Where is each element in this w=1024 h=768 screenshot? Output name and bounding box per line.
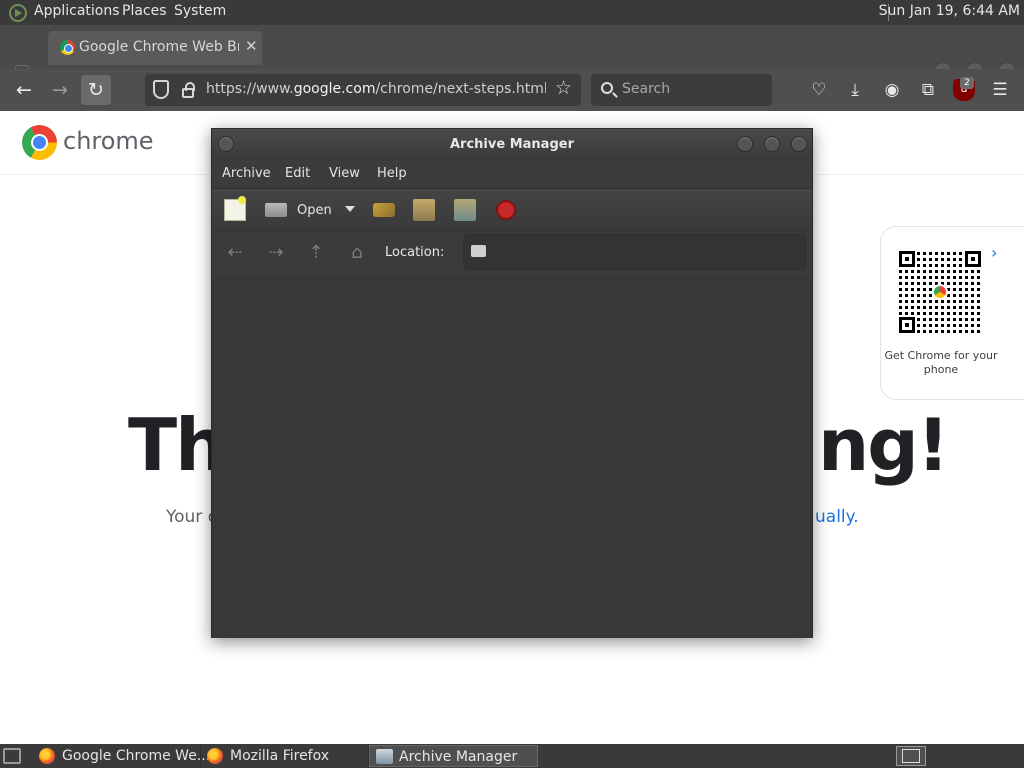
lock-icon[interactable]: [182, 82, 195, 98]
chevron-right-icon[interactable]: ›: [991, 243, 997, 262]
menu-applications[interactable]: Applications: [34, 3, 120, 19]
archive-manager-window: Archive Manager Archive Edit View Help O…: [211, 128, 813, 638]
am-close-button[interactable]: [791, 136, 807, 152]
menu-archive[interactable]: Archive: [222, 166, 271, 181]
taskbar-item-label: Archive Manager: [399, 749, 518, 765]
am-location-bar: ⇠ ⇢ ⇡ ⌂ Location:: [212, 230, 812, 274]
forward-button[interactable]: →: [45, 75, 75, 105]
open-button-label[interactable]: Open: [297, 203, 332, 218]
am-maximize-button[interactable]: [764, 136, 780, 152]
archive-file-list[interactable]: [212, 274, 812, 638]
new-archive-icon[interactable]: [224, 196, 246, 221]
firefox-icon: [39, 748, 55, 764]
page-headline-left: Th: [128, 403, 226, 487]
close-tab-icon[interactable]: ✕: [245, 37, 258, 55]
taskbar-item-chrome[interactable]: Google Chrome We...: [33, 745, 210, 767]
extract-icon[interactable]: [373, 203, 395, 217]
am-toolbar: Open: [212, 188, 812, 230]
location-up-icon[interactable]: ⇡: [304, 242, 328, 264]
menu-places[interactable]: Places: [122, 3, 167, 19]
browser-navigation-bar: ← → ↻ https://www.google.com/chrome/next…: [0, 69, 1024, 111]
tracking-protection-icon[interactable]: [153, 80, 169, 99]
chrome-logo-icon[interactable]: [22, 125, 57, 160]
workspace-switcher[interactable]: [896, 746, 926, 766]
back-button[interactable]: ←: [9, 75, 39, 105]
location-entry[interactable]: [463, 233, 807, 271]
browser-tab[interactable]: Google Chrome Web Browser ✕: [48, 31, 262, 65]
qr-finder: [965, 251, 981, 267]
open-dropdown-icon[interactable]: [345, 206, 355, 212]
chrome-favicon-icon: [60, 40, 75, 55]
add-files-icon[interactable]: [413, 199, 435, 221]
chrome-wordmark[interactable]: chrome: [63, 127, 154, 155]
search-icon: [601, 82, 613, 94]
taskbar-item-archive-manager[interactable]: Archive Manager: [369, 745, 538, 767]
archive-manager-titlebar[interactable]: Archive Manager: [212, 129, 812, 160]
taskbar-item-label: Google Chrome We...: [62, 748, 211, 764]
extensions-icon[interactable]: ⧉: [917, 79, 939, 101]
pocket-icon[interactable]: ♡: [808, 79, 830, 101]
page-headline-right: ng!: [818, 403, 950, 487]
open-archive-icon[interactable]: [265, 203, 287, 217]
archive-manager-title: Archive Manager: [450, 137, 574, 152]
gnome-logo-icon[interactable]: [9, 4, 27, 22]
reload-button[interactable]: ↻: [81, 75, 111, 105]
show-desktop-icon[interactable]: [3, 748, 21, 764]
qr-card[interactable]: › Get Chrome for your phone: [880, 226, 1024, 400]
location-back-icon[interactable]: ⇠: [223, 242, 247, 264]
search-placeholder: Search: [622, 81, 671, 97]
ublock-badge: 2: [960, 77, 974, 89]
panel-clock[interactable]: Sun Jan 19, 6:44 AM: [879, 3, 1020, 19]
bottom-taskbar: Google Chrome We... Mozilla Firefox Arch…: [0, 744, 1024, 768]
qr-caption: Get Chrome for your phone: [884, 349, 998, 376]
qr-finder: [899, 317, 915, 333]
manual-download-link[interactable]: ually.: [815, 507, 859, 527]
url-text[interactable]: https://www.google.com/chrome/next-steps…: [206, 81, 546, 97]
location-label: Location:: [385, 245, 445, 260]
top-panel: Applications Places System Sun Jan 19, 6…: [0, 0, 1024, 25]
menu-edit[interactable]: Edit: [285, 166, 310, 181]
stop-icon[interactable]: [496, 200, 516, 220]
taskbar-item-firefox[interactable]: Mozilla Firefox: [201, 745, 369, 767]
add-folder-icon[interactable]: [454, 199, 476, 221]
bookmark-star-icon[interactable]: ☆: [555, 77, 572, 99]
menu-view[interactable]: View: [329, 166, 360, 181]
browser-tab-title: Google Chrome Web Browser: [79, 39, 239, 55]
menu-help[interactable]: Help: [377, 166, 407, 181]
menu-system[interactable]: System: [174, 3, 226, 19]
folder-icon: [471, 245, 486, 257]
browser-tab-bar: Google Chrome Web Browser ✕: [0, 25, 1024, 80]
search-bar[interactable]: Search: [591, 74, 772, 106]
qr-chrome-logo-icon: [932, 284, 948, 300]
page-subtitle-left: Your c: [166, 507, 218, 527]
location-forward-icon[interactable]: ⇢: [264, 242, 288, 264]
app-menu-icon[interactable]: ☰: [989, 79, 1011, 101]
account-icon[interactable]: ◉: [881, 79, 903, 101]
firefox-icon: [207, 748, 223, 764]
qr-finder: [899, 251, 915, 267]
taskbar-item-label: Mozilla Firefox: [230, 748, 330, 764]
archive-manager-icon: [376, 749, 393, 764]
url-bar[interactable]: https://www.google.com/chrome/next-steps…: [145, 74, 581, 106]
location-home-icon[interactable]: ⌂: [345, 242, 369, 264]
qr-code-icon: [899, 251, 981, 333]
downloads-icon[interactable]: ⤓: [844, 79, 866, 101]
am-menubar: Archive Edit View Help: [212, 160, 812, 188]
am-minimize-button[interactable]: [737, 136, 753, 152]
